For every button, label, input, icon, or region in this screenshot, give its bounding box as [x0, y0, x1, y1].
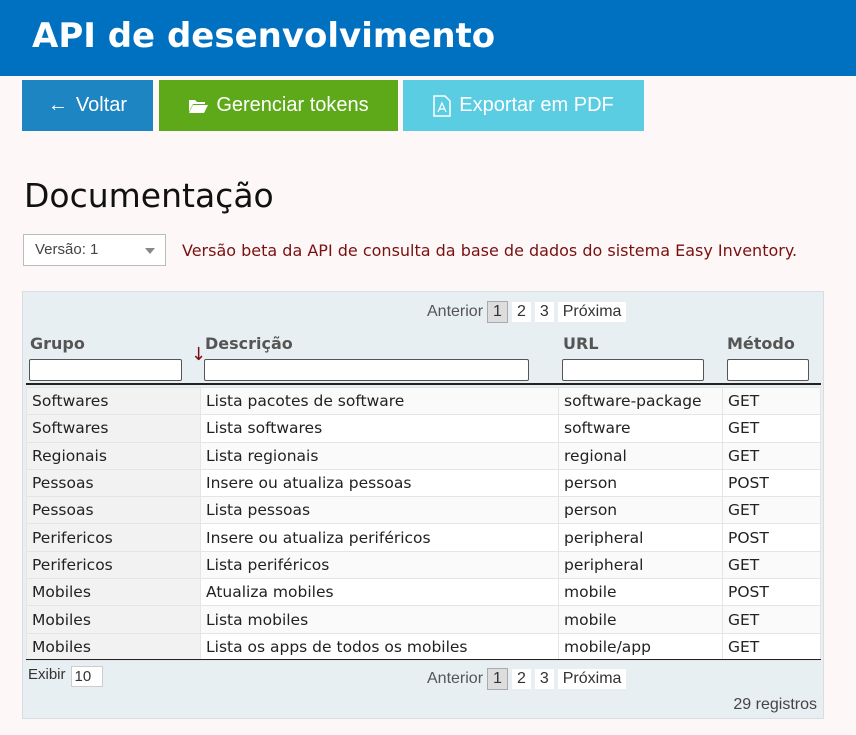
table-row[interactable]: Regionais Lista regionais regional GET — [26, 441, 821, 470]
prev-page[interactable]: Anterior — [427, 670, 483, 688]
page-size: Exibir 10 — [28, 666, 103, 687]
group-filter-input[interactable] — [29, 359, 182, 381]
footer-divider — [26, 659, 821, 660]
table-row[interactable]: Pessoas Insere ou atualiza pessoas person P… — [26, 468, 821, 498]
page-2[interactable]: 2 — [511, 302, 531, 322]
pdf-label: Exportar em PDF — [459, 94, 614, 116]
arrow-left-icon: ← — [47, 94, 68, 116]
back-label: Voltar — [75, 94, 128, 116]
version-value: Versão: 1 — [35, 241, 99, 258]
tokens-label: Gerenciar tokens — [216, 94, 369, 116]
cell-url: mobile/app — [558, 632, 723, 661]
page-3[interactable]: 3 — [534, 302, 554, 322]
version-select[interactable]: Versão: 1 — [23, 234, 166, 266]
cell-group: Softwares — [26, 414, 201, 443]
record-count: 29 registros — [733, 696, 817, 713]
cell-method: GET — [722, 386, 821, 416]
table-row[interactable]: Mobiles Lista mobiles mobile GET — [26, 605, 821, 634]
version-note: Versão beta da API de consulta da base d… — [182, 241, 798, 260]
cell-description: Lista softwares — [200, 414, 559, 443]
next-page[interactable]: Próxima — [557, 302, 627, 322]
table-row[interactable]: Mobiles Atualiza mobiles mobile POST — [26, 578, 821, 607]
cell-url: regional — [558, 441, 723, 470]
cell-url: person — [558, 468, 723, 498]
cell-group: Perifericos — [26, 523, 201, 552]
cell-description: Lista regionais — [200, 441, 559, 470]
app-title: API de desenvolvimento — [32, 16, 496, 56]
cell-url: software — [558, 414, 723, 443]
cell-description: Lista periféricos — [200, 550, 559, 580]
prev-page[interactable]: Anterior — [427, 303, 483, 321]
cell-description: Lista pessoas — [200, 496, 559, 525]
app-header: API de desenvolvimento — [0, 0, 856, 76]
url-filter-input[interactable] — [562, 359, 704, 381]
folder-open-icon — [189, 99, 209, 113]
cell-group: Perifericos — [26, 550, 201, 580]
page-1[interactable]: 1 — [487, 668, 508, 690]
chevron-down-icon — [145, 248, 155, 259]
back-button[interactable]: ← Voltar — [22, 80, 153, 131]
cell-url: peripheral — [558, 523, 723, 552]
cell-group: Pessoas — [26, 496, 201, 525]
cell-description: Lista mobiles — [200, 605, 559, 634]
cell-method: GET — [722, 605, 821, 634]
cell-description: Lista os apps de todos os mobiles — [200, 632, 559, 661]
page-size-input[interactable]: 10 — [70, 666, 103, 687]
manage-tokens-button[interactable]: Gerenciar tokens — [159, 80, 398, 131]
cell-description: Insere ou atualiza periféricos — [200, 523, 559, 552]
cell-method: POST — [722, 468, 821, 498]
cell-group: Pessoas — [26, 468, 201, 498]
column-header-description[interactable]: Descrição — [205, 334, 293, 353]
cell-group: Mobiles — [26, 632, 201, 661]
cell-method: POST — [722, 523, 821, 552]
table-row[interactable]: Mobiles Lista os apps de todos os mobiles… — [26, 632, 821, 661]
cell-method: GET — [722, 632, 821, 661]
cell-description: Lista pacotes de software — [200, 386, 559, 416]
cell-method: GET — [722, 414, 821, 443]
cell-group: Mobiles — [26, 578, 201, 607]
cell-url: mobile — [558, 605, 723, 634]
column-header-method[interactable]: Método — [727, 334, 795, 353]
page-1[interactable]: 1 — [487, 301, 508, 323]
page-2[interactable]: 2 — [511, 669, 531, 689]
pdf-file-icon — [433, 94, 451, 117]
pagination-bottom: Anterior 1 2 3 Próxima — [427, 668, 627, 690]
column-header-group[interactable]: Grupo — [30, 334, 85, 353]
show-label: Exibir — [28, 666, 66, 683]
table-row[interactable]: Perifericos Insere ou atualiza periférico… — [26, 523, 821, 552]
table-row[interactable]: Softwares Lista softwares software GET — [26, 414, 821, 443]
api-table: Softwares Lista pacotes de software softwa… — [26, 386, 821, 661]
method-filter-input[interactable] — [727, 359, 809, 381]
cell-description: Insere ou atualiza pessoas — [200, 468, 559, 498]
description-filter-input[interactable] — [204, 359, 529, 381]
header-divider — [26, 383, 821, 385]
table-row[interactable]: Perifericos Lista periféricos peripheral GE… — [26, 550, 821, 580]
cell-method: GET — [722, 441, 821, 470]
api-table-panel: Anterior 1 2 3 Próxima Grupo ↓ Descrição… — [22, 291, 824, 719]
cell-group: Softwares — [26, 386, 201, 416]
cell-url: person — [558, 496, 723, 525]
cell-method: GET — [722, 496, 821, 525]
cell-url: peripheral — [558, 550, 723, 580]
column-header-url[interactable]: URL — [563, 334, 599, 353]
cell-method: POST — [722, 578, 821, 607]
cell-group: Regionais — [26, 441, 201, 470]
cell-url: software-package — [558, 386, 723, 416]
pagination-top: Anterior 1 2 3 Próxima — [427, 301, 627, 323]
cell-url: mobile — [558, 578, 723, 607]
table-row[interactable]: Pessoas Lista pessoas person GET — [26, 496, 821, 525]
export-pdf-button[interactable]: Exportar em PDF — [403, 80, 644, 131]
table-row[interactable]: Softwares Lista pacotes de software softwa… — [26, 386, 821, 416]
page-title: Documentação — [24, 176, 274, 215]
next-page[interactable]: Próxima — [557, 669, 627, 689]
cell-description: Atualiza mobiles — [200, 578, 559, 607]
page-3[interactable]: 3 — [534, 669, 554, 689]
cell-method: GET — [722, 550, 821, 580]
cell-group: Mobiles — [26, 605, 201, 634]
